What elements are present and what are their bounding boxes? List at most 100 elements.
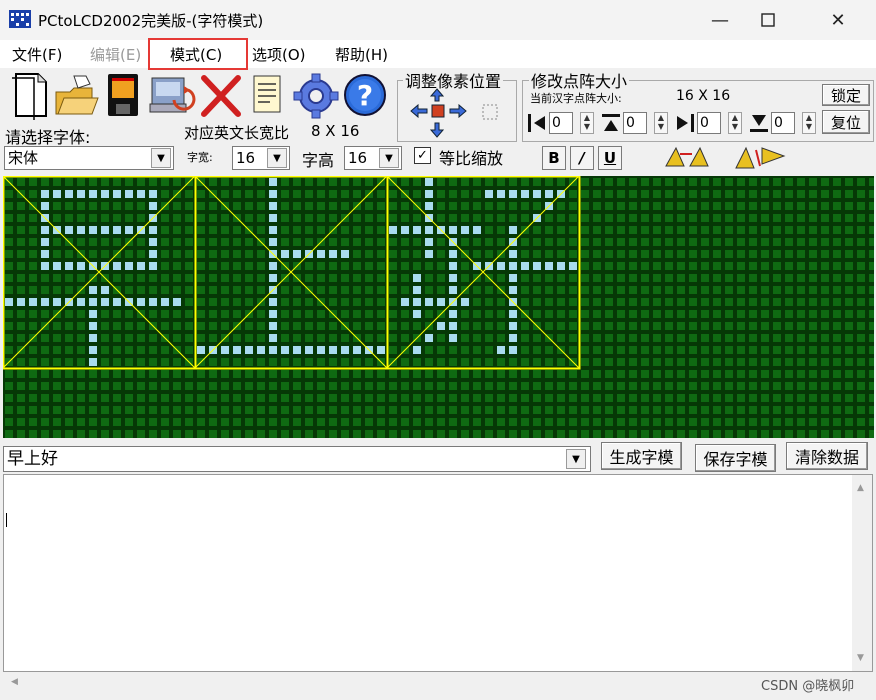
bottom-spin-input[interactable]: 0: [771, 112, 795, 134]
matrix-dot: [401, 298, 409, 306]
matrix-dot: [605, 406, 613, 414]
pixel-grid-icon[interactable]: [480, 102, 500, 126]
center-icon[interactable]: [431, 104, 445, 122]
left-spin-arrows[interactable]: ▲ ▼: [580, 112, 594, 134]
matrix-dot: [245, 394, 253, 402]
right-spin-input[interactable]: 0: [697, 112, 721, 134]
open-folder-icon[interactable]: [52, 70, 99, 120]
new-file-icon[interactable]: [6, 70, 48, 120]
reset-button[interactable]: 复位: [822, 110, 870, 134]
lock-button[interactable]: 锁定: [822, 84, 870, 106]
matrix-dot: [521, 394, 529, 402]
matrix-dot: [389, 406, 397, 414]
close-button[interactable]: ✕: [815, 0, 861, 40]
matrix-dot: [461, 334, 469, 342]
export-icon[interactable]: [148, 70, 196, 120]
matrix-dot: [629, 274, 637, 282]
matrix-dot: [821, 298, 829, 306]
proportional-checkbox[interactable]: ✓: [414, 147, 431, 164]
shift-right-icon[interactable]: [449, 103, 467, 122]
matrix-dot: [581, 418, 589, 426]
ratio-label: 对应英文长宽比: [184, 124, 290, 142]
scroll-up-icon[interactable]: ▲: [857, 483, 864, 493]
width-dropdown-arrow-icon[interactable]: ▼: [267, 148, 287, 168]
matrix-dot: [845, 310, 853, 318]
top-spin-input[interactable]: 0: [623, 112, 647, 134]
matrix-dot: [545, 238, 553, 246]
text-input-dropdown-arrow-icon[interactable]: ▼: [566, 449, 586, 469]
save-font-button[interactable]: 保存字模: [695, 444, 776, 472]
minimize-button[interactable]: —: [697, 0, 743, 40]
shift-down-icon[interactable]: [429, 122, 445, 142]
matrix-dot: [173, 370, 181, 378]
matrix-dot: [209, 238, 217, 246]
matrix-dot: [857, 286, 865, 294]
bold-button[interactable]: B: [542, 146, 566, 170]
help-question-icon[interactable]: ?: [342, 70, 386, 120]
matrix-dot: [5, 274, 13, 282]
menu-edit[interactable]: 编辑(E): [90, 44, 141, 65]
document-icon[interactable]: [250, 70, 292, 120]
underline-button[interactable]: U: [598, 146, 622, 170]
matrix-dot: [29, 370, 37, 378]
horizontal-scrollbar[interactable]: ◀: [3, 672, 853, 694]
right-spin-arrows[interactable]: ▲ ▼: [728, 112, 742, 134]
generate-button[interactable]: 生成字模: [601, 442, 682, 470]
flip-icon[interactable]: [732, 144, 788, 174]
top-spin-arrows[interactable]: ▲ ▼: [654, 112, 668, 134]
bottom-spin-arrows[interactable]: ▲ ▼: [802, 112, 816, 134]
left-edge-icon[interactable]: [526, 112, 548, 138]
menu-help[interactable]: 帮助(H): [335, 44, 388, 65]
settings-gear-icon[interactable]: [292, 70, 339, 120]
matrix-dot: [437, 238, 445, 246]
matrix-dot: [17, 274, 25, 282]
rotate-left-icon[interactable]: [662, 144, 714, 174]
matrix-dot: [485, 418, 493, 426]
bottom-edge-icon[interactable]: [748, 112, 770, 138]
matrix-dot: [209, 394, 217, 402]
vertical-scrollbar[interactable]: ▲ ▼: [852, 475, 872, 671]
delete-x-icon[interactable]: [200, 70, 242, 120]
matrix-dot: [473, 418, 481, 426]
matrix-dot: [317, 370, 325, 378]
matrix-dot: [617, 430, 625, 438]
height-dropdown-arrow-icon[interactable]: ▼: [379, 148, 399, 168]
font-family-select[interactable]: 宋体: [4, 146, 174, 170]
matrix-dot: [221, 178, 229, 186]
matrix-dot: [413, 310, 421, 318]
output-textarea[interactable]: ▲ ▼: [3, 474, 873, 672]
matrix-dot: [605, 370, 613, 378]
matrix-dot: [41, 298, 49, 306]
matrix-dot: [233, 274, 241, 282]
menu-file[interactable]: 文件(F): [12, 44, 62, 65]
matrix-dot: [749, 430, 757, 438]
matrix-dot: [665, 418, 673, 426]
scroll-left-icon[interactable]: ◀: [11, 677, 18, 687]
menu-options[interactable]: 选项(O): [252, 44, 306, 65]
matrix-dot: [845, 250, 853, 258]
matrix-dot: [77, 334, 85, 342]
matrix-dot: [797, 262, 805, 270]
matrix-dot: [785, 298, 793, 306]
dot-matrix-preview[interactable]: [3, 176, 874, 438]
matrix-dot: [185, 418, 193, 426]
matrix-dot: [761, 418, 769, 426]
matrix-dot: [89, 214, 97, 222]
matrix-dot: [221, 286, 229, 294]
maximize-button[interactable]: [745, 0, 791, 40]
scroll-down-icon[interactable]: ▼: [857, 653, 864, 663]
top-edge-icon[interactable]: [600, 112, 622, 138]
text-input-combo[interactable]: 早上好: [3, 446, 591, 472]
right-edge-icon[interactable]: [674, 112, 696, 138]
matrix-dot: [569, 346, 577, 354]
italic-button[interactable]: /: [570, 146, 594, 170]
font-dropdown-arrow-icon[interactable]: ▼: [151, 148, 171, 168]
save-disk-icon[interactable]: [106, 70, 148, 120]
matrix-dot: [5, 430, 13, 438]
left-spin-input[interactable]: 0: [549, 112, 573, 134]
shift-left-icon[interactable]: [410, 103, 428, 122]
matrix-dot: [377, 226, 385, 234]
matrix-dot: [497, 262, 505, 270]
clear-data-button[interactable]: 清除数据: [786, 442, 868, 470]
matrix-dot: [89, 178, 97, 186]
